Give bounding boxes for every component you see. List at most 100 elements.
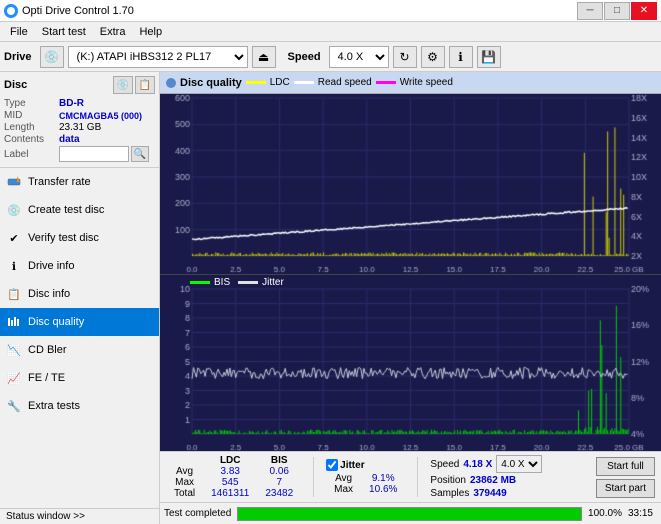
stats-avg-label: Avg [166, 466, 203, 477]
stats-max-label: Max [166, 477, 203, 488]
action-buttons: Start full Start part [596, 457, 655, 498]
progress-fill [238, 508, 581, 520]
position-value: 23862 MB [470, 475, 516, 486]
close-button[interactable]: ✕ [631, 2, 657, 20]
stats-total-row: Total 1461311 23482 [166, 488, 301, 499]
legend-jitter: Jitter [238, 277, 284, 288]
legend-write-color [376, 81, 396, 84]
disc-icon-2[interactable]: 📋 [135, 76, 155, 94]
stats-bar: LDC BIS Avg 3.83 0.06 Max 545 7 [160, 451, 661, 502]
menu-item-extra[interactable]: Extra [94, 24, 132, 40]
time-text: 33:15 [628, 508, 653, 519]
nav-items: Transfer rate 💿 Create test disc ✔ Verif… [0, 168, 159, 508]
save-btn[interactable]: 💾 [477, 46, 501, 68]
eject-btn[interactable]: ⏏ [252, 46, 276, 68]
disc-icon-1[interactable]: 💿 [113, 76, 133, 94]
stats-total-bis: 23482 [257, 488, 301, 499]
disc-label-input[interactable] [59, 146, 129, 162]
bottom-status-bar: Test completed 100.0% 33:15 [160, 502, 661, 524]
legend-write-label: Write speed [400, 77, 453, 88]
samples-row: Samples 379449 [430, 488, 542, 499]
speed-value: 4.18 X [463, 459, 492, 470]
status-window-btn[interactable]: Status window >> [0, 508, 159, 524]
settings-btn[interactable]: ⚙ [421, 46, 445, 68]
chart-title: Disc quality [180, 77, 242, 89]
menu-item-start-test[interactable]: Start test [36, 24, 92, 40]
samples-label: Samples [430, 488, 469, 499]
sidebar-item-disc-quality[interactable]: Disc quality [0, 308, 159, 336]
sidebar-item-extra-tests[interactable]: 🔧 Extra tests [0, 392, 159, 420]
content-area: Disc quality LDC Read speed Write speed [160, 72, 661, 524]
disc-length-field: Length 23.31 GB [4, 122, 155, 133]
sidebar-item-fe-te[interactable]: 📈 FE / TE [0, 364, 159, 392]
stats-max-ldc: 545 [203, 477, 257, 488]
maximize-button[interactable]: □ [604, 2, 630, 20]
sidebar-item-drive-info[interactable]: ℹ Drive info [0, 252, 159, 280]
disc-length-value: 23.31 GB [59, 122, 101, 133]
stats-total-label: Total [166, 488, 203, 499]
disc-panel-title: Disc [4, 79, 27, 91]
menu-item-file[interactable]: File [4, 24, 34, 40]
jitter-stats: Avg 9.1% Max 10.6% [326, 473, 405, 495]
speed-label: Speed [288, 51, 321, 63]
legend-bis-color [190, 281, 210, 284]
legend-read-speed: Read speed [294, 77, 372, 88]
cd-bler-icon: 📉 [6, 342, 22, 358]
cd-bler-label: CD Bler [28, 344, 67, 356]
disc-mid-field: MID CMCMAGBA5 (000) [4, 110, 155, 121]
jitter-avg-val: 9.1% [361, 473, 405, 484]
stats-header-ldc: LDC [203, 455, 257, 466]
disc-label-btn[interactable]: 🔍 [131, 146, 149, 162]
sidebar-item-create-test-disc[interactable]: 💿 Create test disc [0, 196, 159, 224]
sidebar-item-disc-info[interactable]: 📋 Disc info [0, 280, 159, 308]
sidebar-item-verify-test-disc[interactable]: ✔ Verify test disc [0, 224, 159, 252]
drive-select[interactable]: (K:) ATAPI iHBS312 2 PL17 [68, 46, 248, 68]
minimize-button[interactable]: ─ [577, 2, 603, 20]
verify-test-label: Verify test disc [28, 232, 99, 244]
start-full-button[interactable]: Start full [596, 457, 655, 476]
disc-type-value: BD-R [59, 98, 84, 109]
sidebar: Disc 💿 📋 Type BD-R MID CMCMAGBA5 (000) L… [0, 72, 160, 524]
info-btn[interactable]: ℹ [449, 46, 473, 68]
status-window-label: Status window >> [6, 511, 85, 522]
completed-text: Test completed [164, 508, 231, 519]
speed-select-stats[interactable]: 4.0 X [496, 455, 542, 473]
jitter-avg-label: Avg [326, 473, 361, 484]
chart-header-icon [166, 78, 176, 88]
stats-header-empty [166, 455, 203, 466]
drive-info-icon: ℹ [6, 258, 22, 274]
drive-icon-btn[interactable]: 💿 [40, 46, 64, 68]
disc-quality-label: Disc quality [28, 316, 84, 328]
stats-total-ldc: 1461311 [203, 488, 257, 499]
disc-quality-icon [6, 314, 22, 330]
fe-te-label: FE / TE [28, 372, 65, 384]
sidebar-item-cd-bler[interactable]: 📉 CD Bler [0, 336, 159, 364]
legend-bis-label: BIS [214, 277, 230, 288]
stats-avg-bis: 0.06 [257, 466, 301, 477]
disc-type-field: Type BD-R [4, 98, 155, 109]
speed-select[interactable]: 4.0 X [329, 46, 389, 68]
create-test-icon: 💿 [6, 202, 22, 218]
legend-jitter-label: Jitter [262, 277, 284, 288]
drive-label: Drive [4, 51, 32, 63]
disc-panel-header: Disc 💿 📋 [4, 76, 155, 94]
speed-label-static: Speed [430, 459, 459, 470]
sidebar-item-transfer-rate[interactable]: Transfer rate [0, 168, 159, 196]
stats-max-bis: 7 [257, 477, 301, 488]
legend-read-label: Read speed [318, 77, 372, 88]
menu-item-help[interactable]: Help [133, 24, 168, 40]
refresh-btn[interactable]: ↻ [393, 46, 417, 68]
ldc-chart [160, 94, 661, 274]
app-title: Opti Drive Control 1.70 [22, 5, 134, 17]
menu-bar: FileStart testExtraHelp [0, 22, 661, 42]
disc-info-icon: 📋 [6, 286, 22, 302]
jitter-section: Jitter Avg 9.1% Max 10.6% [326, 459, 405, 495]
stats-table: LDC BIS Avg 3.83 0.06 Max 545 7 [166, 455, 301, 499]
disc-type-label: Type [4, 98, 59, 109]
window-controls: ─ □ ✕ [577, 2, 657, 20]
disc-icon-row: 💿 📋 [113, 76, 155, 94]
chart1-area [160, 94, 661, 275]
start-part-button[interactable]: Start part [596, 479, 655, 498]
jitter-checkbox[interactable] [326, 459, 338, 471]
jitter-label: Jitter [340, 460, 364, 471]
